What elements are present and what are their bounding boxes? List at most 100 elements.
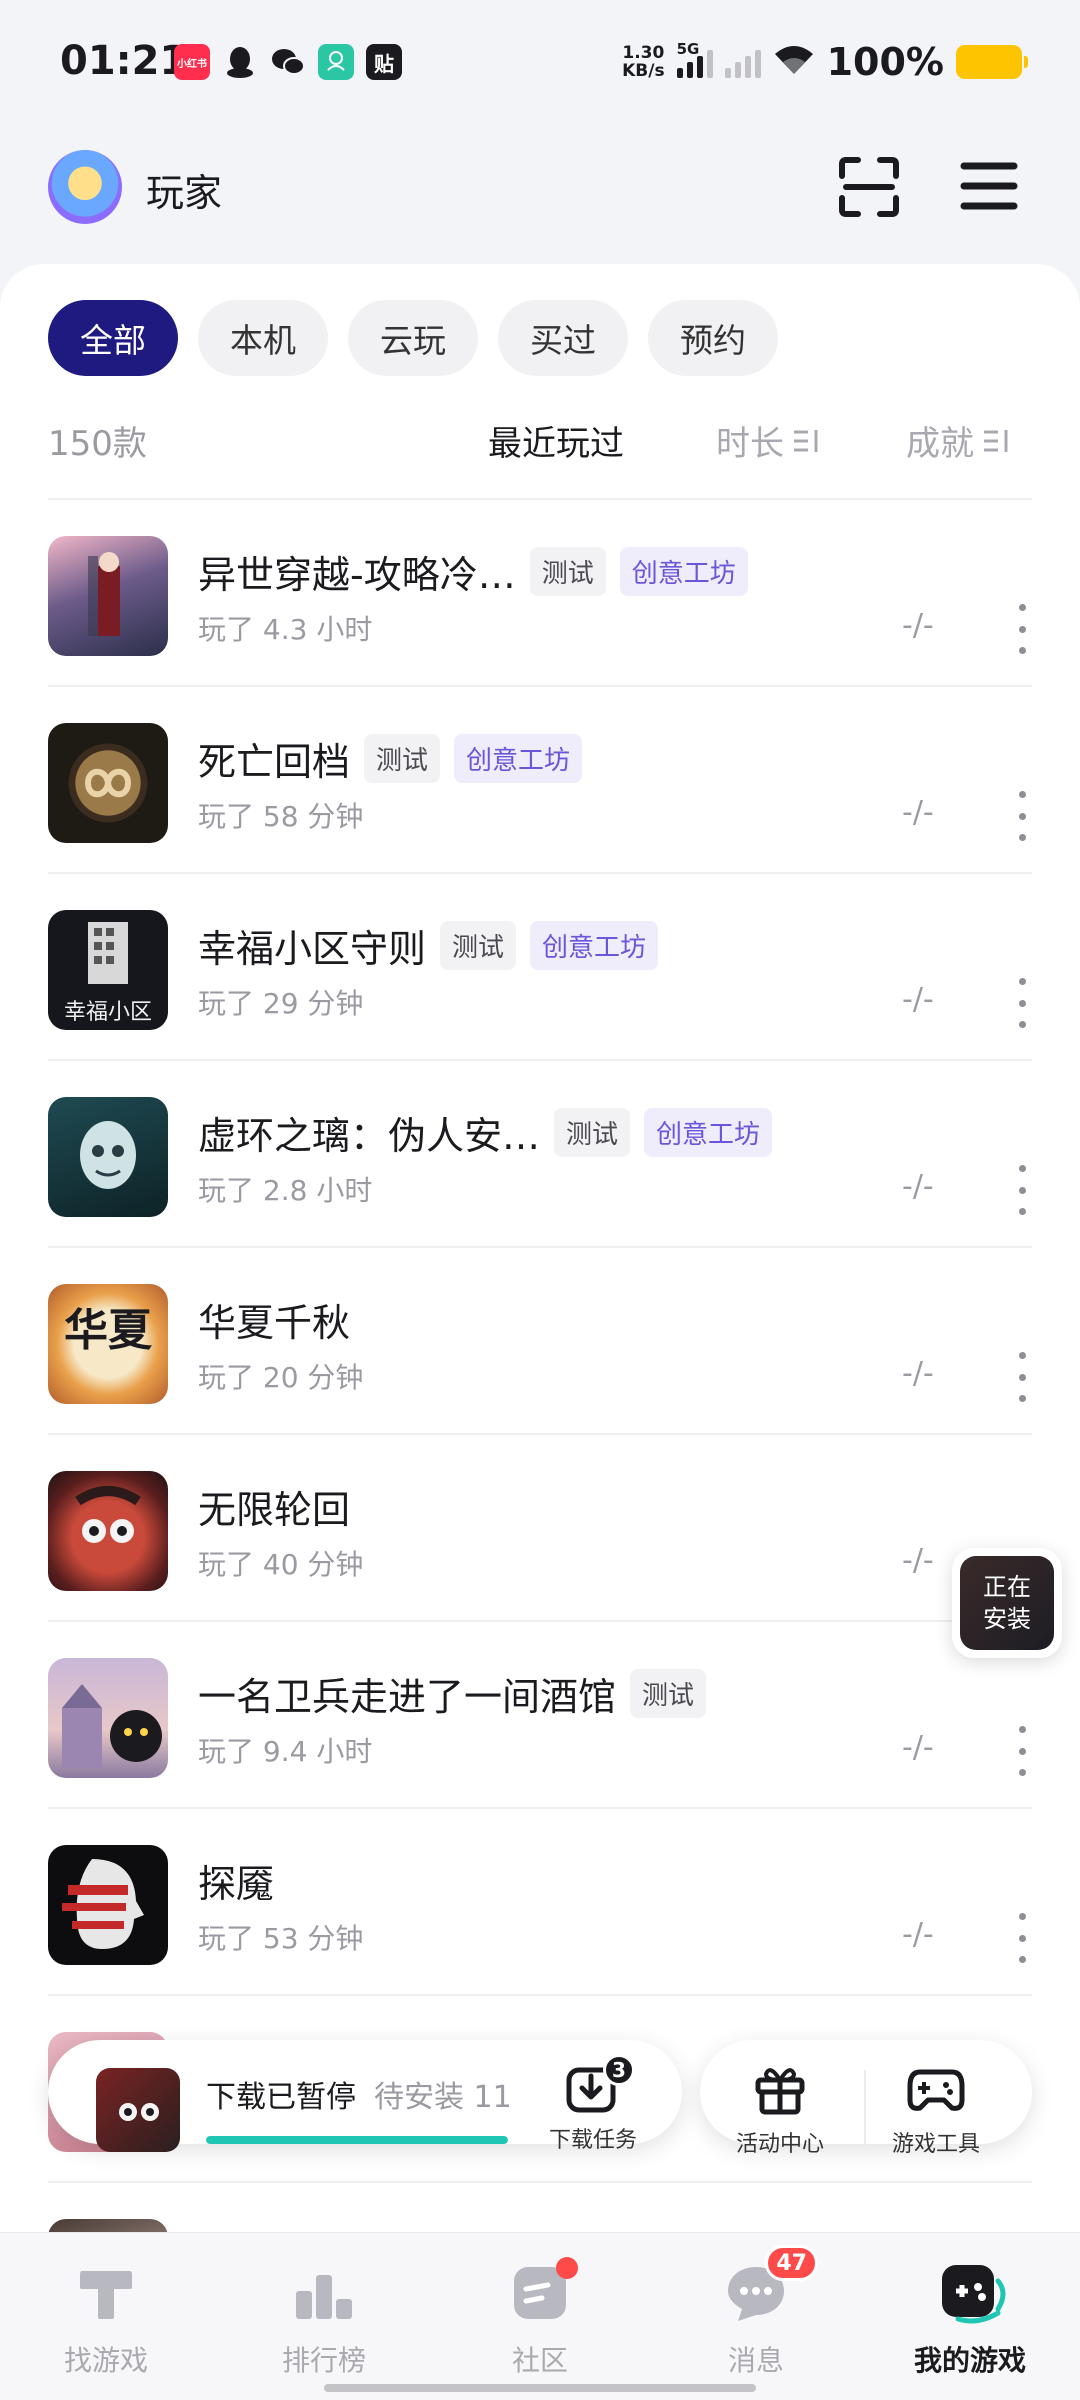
download-progress-bar bbox=[206, 2136, 508, 2144]
game-row[interactable]: 死亡回档 测试 创意工坊 玩了 58 分钟 -/- bbox=[0, 687, 1080, 874]
header: 玩家 bbox=[0, 148, 1080, 228]
username[interactable]: 玩家 bbox=[146, 162, 222, 217]
qq-icon bbox=[222, 44, 258, 80]
game-title: 华夏千秋 bbox=[198, 1301, 351, 1345]
divider bbox=[864, 2070, 866, 2150]
more-options-icon[interactable] bbox=[1012, 604, 1032, 654]
game-tools-button[interactable]: 游戏工具 bbox=[876, 2060, 996, 2158]
sort-duration-button[interactable]: 时长 bbox=[716, 416, 822, 465]
download-tasks-label: 下载任务 bbox=[548, 2128, 637, 2153]
game-row[interactable]: 幸福小区 幸福小区守则 测试 创意工坊 玩了 29 分钟 -/- bbox=[0, 874, 1080, 1061]
game-title: 一名卫兵走进了一间酒馆 bbox=[198, 1675, 617, 1719]
tab-messages[interactable]: 47 消息 bbox=[666, 2245, 846, 2379]
rankings-icon bbox=[292, 2261, 356, 2325]
game-row[interactable]: 异世穿越-攻略冷… 测试 创意工坊 玩了 4.3 小时 -/- bbox=[0, 500, 1080, 687]
scan-icon bbox=[839, 157, 899, 217]
tag-test: 测试 bbox=[630, 1669, 707, 1718]
sort-recent-label: 最近玩过 bbox=[488, 424, 624, 464]
filter-all[interactable]: 全部 bbox=[48, 300, 178, 376]
game-count: 150款 bbox=[48, 424, 147, 464]
sort-duration-label: 时长 bbox=[716, 424, 784, 464]
tab-label: 消息 bbox=[727, 2344, 784, 2377]
achievement-progress: -/- bbox=[902, 1730, 934, 1765]
filter-cloud[interactable]: 云玩 bbox=[348, 300, 478, 376]
messages-icon: 47 bbox=[724, 2245, 818, 2325]
activity-center-button[interactable]: 活动中心 bbox=[720, 2060, 840, 2158]
more-options-icon[interactable] bbox=[1012, 791, 1032, 841]
sort-icon bbox=[984, 429, 1008, 452]
playtime: 玩了 9.4 小时 bbox=[198, 1735, 373, 1768]
achievement-progress: -/- bbox=[902, 982, 934, 1017]
game-icon bbox=[48, 536, 168, 656]
ai-app-icon bbox=[318, 44, 354, 80]
game-title: 虚环之璃：伪人安… bbox=[198, 1114, 541, 1158]
game-title: 无限轮回 bbox=[198, 1488, 351, 1532]
game-row[interactable]: 探魇 玩了 53 分钟 -/- bbox=[0, 1809, 1080, 1996]
download-status-card[interactable]: 下载已暂停 待安装 11 3 下载任务 bbox=[48, 2040, 682, 2153]
game-tools-label: 游戏工具 bbox=[891, 2132, 980, 2157]
status-bar: 01:21 小红书 贴 1.30 KB/s 5G 100% bbox=[0, 0, 1080, 130]
signal-strength-icon: 5G bbox=[676, 40, 713, 78]
battery-percent: 100% bbox=[826, 40, 944, 84]
status-time: 01:21 bbox=[60, 38, 188, 84]
sort-achievement-button[interactable]: 成就 bbox=[906, 416, 1012, 465]
playtime: 玩了 53 分钟 bbox=[198, 1922, 364, 1955]
playtime: 玩了 29 分钟 bbox=[198, 987, 364, 1020]
achievement-progress: -/- bbox=[902, 1917, 934, 1952]
community-notification-dot bbox=[556, 2257, 578, 2279]
game-row[interactable]: 无限轮回 玩了 40 分钟 -/- bbox=[0, 1435, 1080, 1622]
installing-badge[interactable]: 正在 安装 bbox=[952, 1548, 1062, 1658]
hamburger-menu-icon bbox=[960, 162, 1018, 210]
game-row[interactable]: 一名卫兵走进了一间酒馆 测试 玩了 9.4 小时 -/- bbox=[0, 1622, 1080, 1809]
game-title: 幸福小区守则 bbox=[198, 927, 427, 971]
tab-community[interactable]: 社区 bbox=[450, 2257, 630, 2379]
avatar[interactable] bbox=[48, 150, 122, 224]
game-row[interactable]: 虚环之璃：伪人安… 测试 创意工坊 玩了 2.8 小时 -/- bbox=[0, 1061, 1080, 1248]
menu-button[interactable] bbox=[958, 156, 1020, 216]
list-header: 150款 最近玩过 时长 成就 bbox=[48, 416, 1032, 466]
wechat-icon bbox=[270, 44, 306, 80]
network-type: 5G bbox=[676, 40, 700, 58]
more-options-icon[interactable] bbox=[1012, 1352, 1032, 1402]
xiaohongshu-icon: 小红书 bbox=[174, 44, 210, 80]
tab-label: 找游戏 bbox=[63, 2344, 148, 2377]
sort-recent-button[interactable]: 最近玩过 bbox=[488, 416, 624, 465]
sort-achievement-label: 成就 bbox=[906, 424, 974, 464]
tab-rankings[interactable]: 排行榜 bbox=[234, 2261, 414, 2379]
filter-purchased[interactable]: 买过 bbox=[498, 300, 628, 376]
installing-label-line2: 安装 bbox=[983, 1605, 1031, 1633]
tag-test: 测试 bbox=[364, 734, 441, 783]
download-progress-fill bbox=[206, 2136, 508, 2144]
scan-button[interactable] bbox=[836, 154, 902, 220]
pending-install-count: 待安装 11 bbox=[374, 2080, 512, 2115]
more-options-icon[interactable] bbox=[1012, 1726, 1032, 1776]
tieba-icon: 贴 bbox=[366, 44, 402, 80]
achievement-progress: -/- bbox=[902, 1169, 934, 1204]
signal-sim2-icon bbox=[724, 46, 761, 78]
filter-chips: 全部 本机 云玩 买过 预约 bbox=[48, 300, 778, 376]
tag-workshop: 创意工坊 bbox=[619, 547, 748, 596]
my-games-icon bbox=[938, 2261, 1006, 2325]
tools-card: 活动中心 游戏工具 bbox=[700, 2040, 1032, 2157]
download-tasks-button[interactable]: 3 下载任务 bbox=[538, 2054, 648, 2154]
tab-label: 社区 bbox=[511, 2344, 568, 2377]
notification-icons: 小红书 贴 bbox=[174, 44, 402, 80]
tab-my-games[interactable]: 我的游戏 bbox=[880, 2261, 1060, 2379]
game-icon bbox=[48, 1658, 168, 1778]
tag-test: 测试 bbox=[529, 547, 606, 596]
filter-reserved[interactable]: 预约 bbox=[648, 300, 778, 376]
tab-find-games[interactable]: 找游戏 bbox=[16, 2261, 196, 2379]
tag-workshop: 创意工坊 bbox=[644, 1108, 773, 1157]
filter-local[interactable]: 本机 bbox=[198, 300, 328, 376]
sort-icon bbox=[794, 429, 818, 452]
wifi-icon bbox=[773, 44, 815, 80]
activity-center-label: 活动中心 bbox=[735, 2132, 824, 2157]
achievement-progress: -/- bbox=[902, 1543, 934, 1578]
tag-workshop: 创意工坊 bbox=[530, 921, 659, 970]
more-options-icon[interactable] bbox=[1012, 978, 1032, 1028]
game-row[interactable]: 华夏 华夏千秋 玩了 20 分钟 -/- bbox=[0, 1248, 1080, 1435]
game-title: 异世穿越-攻略冷… bbox=[198, 553, 516, 597]
more-options-icon[interactable] bbox=[1012, 1165, 1032, 1215]
game-icon: 幸福小区 bbox=[48, 910, 168, 1030]
more-options-icon[interactable] bbox=[1012, 1913, 1032, 1963]
